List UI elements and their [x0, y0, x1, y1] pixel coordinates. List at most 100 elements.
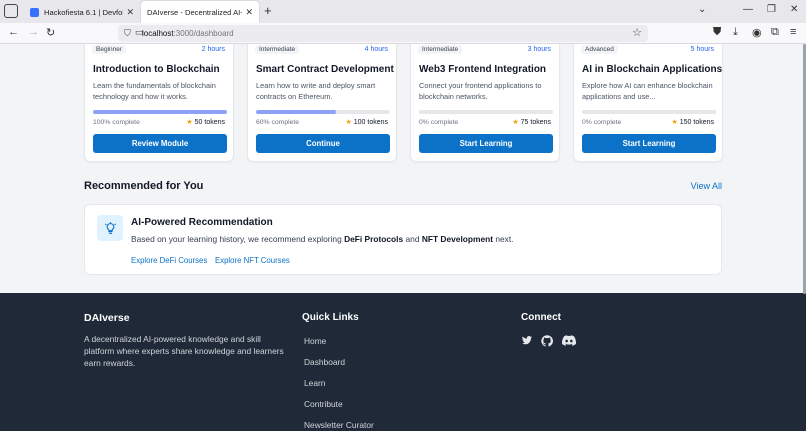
token-count: 75 tokens [520, 119, 551, 126]
recommendation-title: AI-Powered Recommendation [131, 217, 273, 228]
footer-link-dashboard[interactable]: Dashboard [304, 357, 345, 367]
recommendation-card: AI-Powered Recommendation Based on your … [84, 204, 722, 275]
course-card: Advanced 5 hours AI in Blockchain Applic… [573, 44, 723, 162]
progress-label: 0% complete [582, 119, 622, 126]
footer-link-newsletter[interactable]: Newsletter Curator [304, 420, 374, 430]
course-title: Web3 Frontend Integration [419, 64, 547, 75]
course-card: Intermediate 3 hours Web3 Frontend Integ… [410, 44, 560, 162]
course-description: Learn how to write and deploy smart cont… [256, 81, 376, 101]
forward-arrow-icon[interactable]: → [28, 26, 39, 38]
discord-icon[interactable] [562, 335, 577, 349]
footer-link-home[interactable]: Home [304, 336, 326, 346]
level-badge: Intermediate [418, 45, 463, 54]
chevron-down-icon[interactable]: ⌄ [698, 4, 706, 15]
progress-label: 100% complete [93, 119, 140, 126]
rec-text-suffix: next. [493, 234, 514, 244]
close-icon[interactable]: ✕ [245, 7, 253, 18]
progress-bar [93, 110, 227, 114]
menu-icon[interactable]: ≡ [790, 26, 796, 38]
url-host: localhost [142, 29, 174, 38]
progress-bar [256, 110, 390, 114]
duration-label: 3 hours [527, 46, 551, 53]
address-bar[interactable]: ⛉ ▭ localhost:3000/dashboard ☆ [118, 25, 648, 42]
token-reward: ★ 150 tokens [672, 118, 714, 126]
footer: DAIverse A decentralized AI-powered know… [0, 293, 806, 431]
token-reward: ★ 50 tokens [186, 118, 225, 126]
tab-list-icon[interactable] [4, 4, 18, 18]
star-icon: ★ [671, 119, 678, 126]
star-icon: ★ [512, 119, 519, 126]
explore-nft-link[interactable]: Explore NFT Courses [215, 256, 290, 265]
tab-daiverse[interactable]: DAIverse - Decentralized AI-Powere ✕ [141, 1, 259, 23]
level-badge: Advanced [581, 45, 618, 54]
star-icon: ★ [186, 119, 193, 126]
course-description: Explore how AI can enhance blockchain ap… [582, 81, 713, 101]
restore-icon[interactable]: ❐ [767, 4, 776, 15]
page-info-icon[interactable]: ▭ [135, 27, 144, 38]
review-module-button[interactable]: Review Module [93, 134, 227, 153]
course-card: Intermediate 4 hours Smart Contract Deve… [247, 44, 397, 162]
tab-devfolio[interactable]: Hackofiesta 6.1 | Devfolio ✕ [24, 1, 140, 23]
footer-link-contribute[interactable]: Contribute [304, 399, 343, 409]
duration-label: 4 hours [364, 46, 388, 53]
token-count: 100 tokens [353, 119, 388, 126]
token-count: 50 tokens [194, 119, 225, 126]
connect-heading: Connect [521, 312, 561, 323]
back-arrow-icon[interactable]: ← [8, 26, 19, 38]
minimize-icon[interactable]: — [743, 4, 753, 15]
course-title: AI in Blockchain Applications [582, 64, 723, 75]
account-icon[interactable]: ◉ [752, 26, 762, 39]
close-icon[interactable]: ✕ [126, 7, 134, 18]
progress-label: 60% complete [256, 119, 300, 126]
browser-nav-bar: ← → ↻ ⛉ ▭ localhost:3000/dashboard ☆ ⛊ ⤓… [0, 23, 806, 44]
close-window-icon[interactable]: ✕ [790, 4, 798, 15]
progress-fill [256, 110, 337, 114]
start-learning-button[interactable]: Start Learning [582, 134, 716, 153]
rec-text-mid: and [403, 234, 422, 244]
level-badge: Intermediate [255, 45, 300, 54]
star-icon: ★ [345, 119, 352, 126]
shield-icon[interactable]: ⛉ [124, 28, 131, 39]
tab-label: Hackofiesta 6.1 | Devfolio [44, 7, 124, 17]
rec-topic-defi: DeFi Protocols [344, 234, 404, 244]
start-learning-button[interactable]: Start Learning [419, 134, 553, 153]
footer-link-learn[interactable]: Learn [304, 378, 325, 388]
progress-bar [419, 110, 553, 114]
course-description: Connect your frontend applications to bl… [419, 81, 542, 101]
tab-label: DAIverse - Decentralized AI-Powere [147, 7, 242, 17]
progress-label: 0% complete [419, 119, 459, 126]
bookmark-star-icon[interactable]: ☆ [632, 26, 642, 39]
progress-bar [582, 110, 716, 114]
browser-tab-bar: Hackofiesta 6.1 | Devfolio ✕ DAIverse - … [0, 0, 806, 23]
extensions-icon[interactable]: ⧉ [771, 26, 779, 39]
course-title: Smart Contract Development [256, 64, 394, 75]
rec-text-prefix: Based on your learning history, we recom… [131, 234, 345, 244]
view-all-link[interactable]: View All [691, 181, 722, 191]
continue-button[interactable]: Continue [256, 134, 390, 153]
progress-fill [93, 110, 227, 114]
token-reward: ★ 75 tokens [512, 118, 551, 126]
duration-label: 5 hours [690, 46, 714, 53]
explore-defi-link[interactable]: Explore DeFi Courses [131, 256, 207, 265]
token-reward: ★ 100 tokens [346, 118, 388, 126]
new-tab-icon[interactable]: + [264, 3, 272, 18]
url-path: :3000/dashboard [173, 29, 234, 38]
footer-brand: DAIverse [84, 312, 130, 324]
github-icon[interactable] [541, 335, 553, 350]
rec-topic-nft: NFT Development [421, 234, 494, 244]
course-title: Introduction to Blockchain [93, 64, 220, 75]
recommendation-text: Based on your learning history, we recom… [131, 234, 514, 244]
download-icon[interactable]: ⤓ [733, 26, 738, 39]
token-count: 150 tokens [679, 119, 714, 126]
devfolio-favicon-icon [30, 7, 39, 17]
section-title: Recommended for You [84, 180, 204, 192]
reload-icon[interactable]: ↻ [46, 26, 55, 39]
quick-links-heading: Quick Links [302, 312, 359, 323]
level-badge: Beginner [92, 45, 127, 54]
lightbulb-icon [97, 215, 123, 241]
twitter-icon[interactable] [521, 335, 533, 349]
pocket-icon[interactable]: ⛊ [713, 26, 721, 39]
footer-description: A decentralized AI-powered knowledge and… [84, 334, 284, 368]
course-card: Beginner 2 hours Introduction to Blockch… [84, 44, 234, 162]
dashboard-page: Beginner 2 hours Introduction to Blockch… [0, 44, 806, 431]
